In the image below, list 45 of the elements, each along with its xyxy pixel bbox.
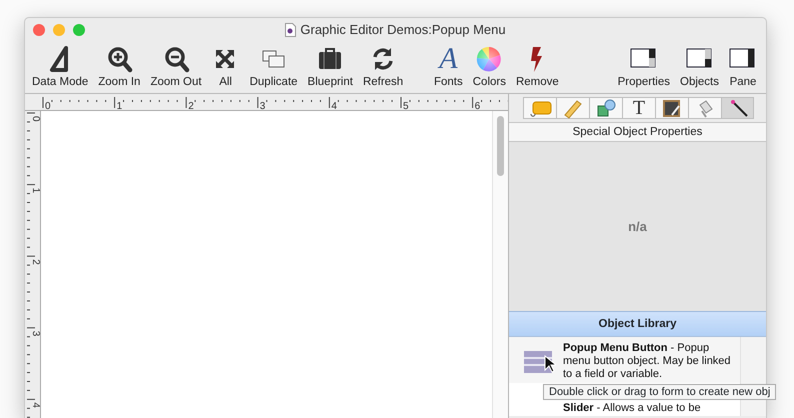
ruler-number: 2	[30, 259, 41, 265]
toolbar-button[interactable]: Properties	[614, 45, 673, 89]
ruler-number: 1	[116, 101, 122, 111]
ruler-number: 3	[30, 330, 41, 336]
toolbar-button[interactable]: Zoom Out	[147, 45, 205, 89]
toolbar-button[interactable]: A Fonts	[430, 45, 466, 89]
ruler-number: 4	[331, 101, 337, 111]
properties-value: n/a	[628, 218, 647, 236]
ruler-number: 2	[188, 101, 194, 111]
minimize-button[interactable]	[53, 24, 65, 36]
toolbar-button[interactable]: Refresh	[360, 45, 406, 89]
ruler-number: 4	[30, 402, 41, 408]
ruler-number: 0	[45, 101, 51, 111]
color-wheel-icon	[475, 45, 504, 74]
toolbar-button[interactable]: Zoom In	[95, 45, 144, 89]
palette-tab[interactable]: T	[622, 97, 655, 119]
toolbar-button[interactable]: Blueprint	[304, 45, 356, 89]
panel-header: Special Object Properties	[509, 122, 766, 142]
palette-tab[interactable]	[721, 97, 754, 119]
ruler-number: 1	[30, 188, 41, 194]
toolbar-button[interactable]: Pane	[726, 45, 760, 89]
palette-tab[interactable]	[655, 97, 688, 119]
font-letter-icon: A	[434, 45, 463, 74]
item-description: Popup Menu Button - Popup menu button object. May be linked to a field or variable.	[563, 342, 732, 381]
scrollbar-thumb[interactable]	[497, 116, 504, 176]
zoom-button[interactable]	[73, 24, 85, 36]
toolbar-button[interactable]: Objects	[677, 45, 722, 89]
cursor-icon	[544, 355, 556, 373]
palette-tab[interactable]	[589, 97, 622, 119]
ruler-number: 6	[474, 101, 480, 111]
close-button[interactable]	[33, 24, 45, 36]
scrollbar[interactable]	[492, 111, 508, 418]
document-icon	[285, 22, 296, 36]
toolbar-button[interactable]: All	[208, 45, 243, 89]
toolbar-button[interactable]: Colors	[470, 45, 509, 89]
toolbar-button[interactable]: Remove	[512, 45, 562, 89]
tooltip: Double click or drag to form to create new obj	[543, 384, 776, 400]
ruler-number: 0	[30, 116, 41, 122]
toolbar-button[interactable]: Duplicate	[246, 45, 301, 89]
window-title: Graphic Editor Demos:Popup Menu	[300, 20, 506, 39]
library-item[interactable]: Popup Menu Button - Popup menu button object. May be linked to a field or variable.	[509, 337, 740, 383]
library-header: Object Library	[509, 311, 766, 337]
ruler-number: 5	[403, 101, 409, 111]
ruler-number: 3	[260, 101, 266, 111]
toolbar-button[interactable]: Data Mode	[29, 45, 92, 89]
